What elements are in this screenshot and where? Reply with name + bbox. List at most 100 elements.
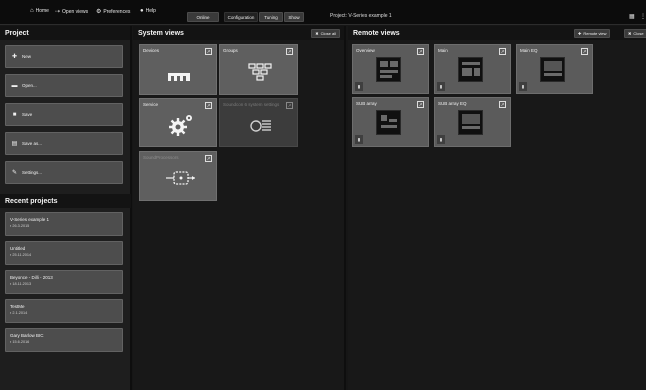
external-link-icon[interactable]: ↗: [417, 48, 424, 55]
system-view-devices[interactable]: Devices ↗: [139, 44, 217, 95]
settings-label: Settings...: [22, 170, 43, 175]
folder-icon: ▬: [11, 82, 18, 89]
tile-title: Overview: [356, 48, 375, 53]
tab-tuning[interactable]: Tuning: [259, 12, 283, 22]
home-menu[interactable]: ⌂ Home: [30, 8, 49, 14]
recent-project-date: ▪ 2.1.2014: [10, 311, 28, 315]
new-project-button[interactable]: ✚ New: [5, 45, 123, 68]
recent-project-date: ▪ 15.6.2016: [10, 340, 30, 344]
new-icon: ✚: [11, 54, 18, 60]
save-project-button[interactable]: ■ Save: [5, 103, 123, 126]
system-view-groups[interactable]: Groups ↗: [219, 44, 298, 95]
external-link-icon[interactable]: ↗: [205, 155, 212, 162]
recent-project-item[interactable]: Gary Barlow BIC ▪ 15.6.2016: [5, 328, 123, 352]
recent-project-name: Untitled: [10, 246, 26, 251]
help-icon: ●: [140, 8, 144, 14]
open-views-icon: ⇢: [55, 9, 61, 15]
online-button[interactable]: Online: [187, 12, 219, 22]
external-link-icon[interactable]: ↗: [581, 48, 588, 55]
view-thumbnail: [458, 110, 483, 135]
remote-view-overview[interactable]: Overview ↗ ▮: [352, 44, 429, 94]
remote-view-label: Remote view: [583, 31, 607, 36]
tab-configuration[interactable]: Configuration: [224, 12, 258, 22]
open-views-menu[interactable]: ⇢ Open views: [55, 8, 88, 16]
recent-project-date: ▪ 26.3.2015: [10, 224, 30, 228]
save-as-icon: ▤: [11, 141, 18, 147]
lock-icon[interactable]: ▮: [437, 82, 445, 91]
layout-icon[interactable]: ▦: [629, 13, 635, 20]
external-link-icon[interactable]: ↗: [499, 101, 506, 108]
add-icon: ✚: [578, 31, 582, 36]
preferences-menu[interactable]: ⚙ Preferences: [96, 8, 130, 16]
save-as-button[interactable]: ▤ Save as...: [5, 132, 123, 155]
external-link-icon[interactable]: ↗: [205, 102, 212, 109]
recent-project-date: ▪ 18.11.2013: [10, 282, 32, 286]
sliders-icon: [250, 119, 272, 133]
tile-title: SUB array EQ: [438, 101, 467, 106]
external-link-icon[interactable]: ↗: [286, 48, 293, 55]
remote-view-button[interactable]: ✚ Remote view: [574, 29, 611, 38]
tile-title: Service: [143, 102, 159, 107]
close-icon: ✖: [315, 31, 319, 36]
external-link-icon[interactable]: ↗: [499, 48, 506, 55]
view-thumbnail: [376, 57, 401, 82]
gears-icon: [168, 113, 194, 137]
tile-title: Main: [438, 48, 448, 53]
remote-view-main-eq[interactable]: Main EQ ↗ ▮: [516, 44, 593, 94]
system-view-service[interactable]: Service ↗: [139, 98, 217, 147]
remote-views-panel: Remote views ✚ Remote view ✖ Close Overv…: [348, 26, 646, 390]
processor-icon: [166, 171, 196, 185]
view-thumbnail: [458, 57, 483, 82]
close-icon: ✖: [628, 31, 632, 36]
recent-project-name: Gary Barlow BIC: [10, 333, 44, 338]
external-link-icon[interactable]: ↗: [205, 48, 212, 55]
project-title: Project: V-Series example 1: [330, 13, 392, 19]
new-label: New: [22, 54, 32, 59]
remote-view-main[interactable]: Main ↗ ▮: [434, 44, 511, 94]
view-thumbnail: [540, 57, 565, 82]
lock-icon[interactable]: ▮: [355, 135, 363, 144]
remote-view-sub-array-eq[interactable]: SUB array EQ ↗ ▮: [434, 97, 511, 147]
view-thumbnail: [376, 110, 401, 135]
recent-project-item[interactable]: V-Series example 1 ▪ 26.3.2015: [5, 212, 123, 236]
wrench-icon: ✎: [11, 170, 18, 176]
tile-title: SUB array: [356, 101, 377, 106]
help-menu[interactable]: ● Help: [140, 8, 156, 14]
tile-title: Devices: [143, 48, 160, 53]
home-icon: ⌂: [30, 8, 34, 14]
devices-icon: [167, 69, 191, 81]
lock-icon[interactable]: ▮: [355, 82, 363, 91]
project-panel: Project ✚ New ▬ Open... ■ Save ▤ Save as…: [0, 26, 132, 390]
remote-view-sub-array[interactable]: SUB array ↗ ▮: [352, 97, 429, 147]
menu-bar: ⌂ Home ⇢ Open views ⚙ Preferences ● Help…: [0, 0, 646, 25]
close-all-button[interactable]: ✖ Close all: [311, 29, 340, 38]
tab-show[interactable]: Show: [284, 12, 304, 22]
menu-icon[interactable]: ⋮: [640, 13, 646, 20]
help-label: Help: [145, 8, 156, 14]
lock-icon[interactable]: ▮: [437, 135, 445, 144]
recent-project-item[interactable]: TestMe ▪ 2.1.2014: [5, 299, 123, 323]
close-all-label: Close all: [320, 31, 336, 36]
home-label: Home: [35, 8, 49, 14]
external-link-icon[interactable]: ↗: [286, 102, 293, 109]
recent-projects-heading: Recent projects: [0, 194, 131, 208]
recent-project-item[interactable]: Untitled ▪ 25.11.2014: [5, 241, 123, 265]
tile-title: Main EQ: [520, 48, 538, 53]
system-view-sound-processors[interactable]: SoundProcessors ↗: [139, 151, 217, 201]
tile-title: Groups: [223, 48, 238, 53]
external-link-icon[interactable]: ↗: [417, 101, 424, 108]
recent-project-name: Beyonce - Dilli - 2013: [10, 275, 53, 280]
system-view-system-settings[interactable]: Soundcon 6 system settings ↗: [219, 98, 298, 147]
recent-project-name: V-Series example 1: [10, 217, 50, 222]
recent-project-name: TestMe: [10, 304, 25, 309]
save-as-label: Save as...: [22, 141, 43, 146]
open-project-button[interactable]: ▬ Open...: [5, 74, 123, 97]
tile-title: SoundProcessors: [143, 155, 179, 160]
system-views-panel: System views ✖ Close all Devices ↗ Group…: [133, 26, 346, 390]
save-label: Save: [22, 112, 33, 117]
settings-button[interactable]: ✎ Settings...: [5, 161, 123, 184]
recent-project-item[interactable]: Beyonce - Dilli - 2013 ▪ 18.11.2013: [5, 270, 123, 294]
lock-icon[interactable]: ▮: [519, 82, 527, 91]
project-heading: Project: [0, 26, 130, 40]
close-remote-button[interactable]: ✖ Close: [624, 29, 646, 38]
